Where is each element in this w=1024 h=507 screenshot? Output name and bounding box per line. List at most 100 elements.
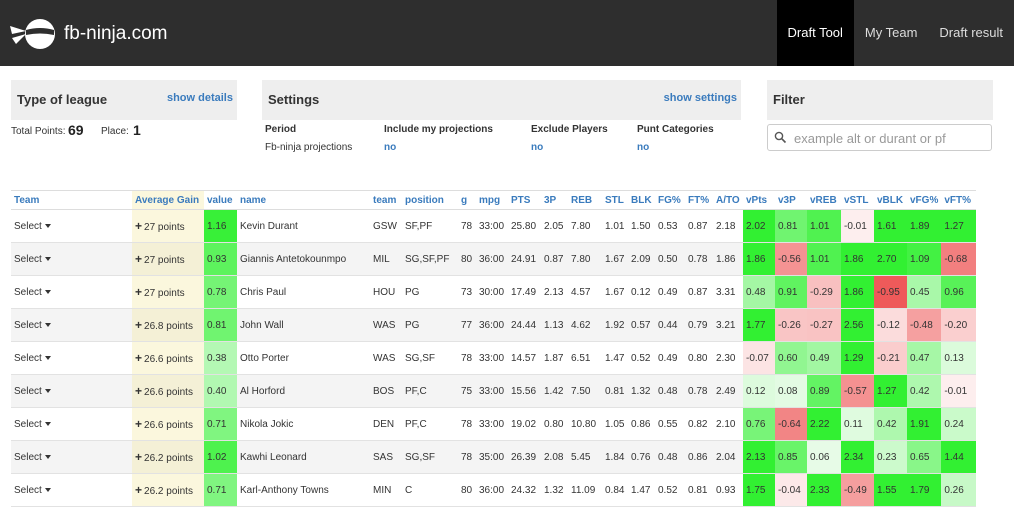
player-name-link[interactable]: Nikola Jokic — [237, 407, 370, 441]
col-header[interactable]: v3P — [775, 190, 807, 210]
average-gain-cell[interactable]: +26.6 points — [132, 341, 204, 375]
col-header[interactable]: vFG% — [907, 190, 942, 210]
caret-down-icon — [44, 454, 51, 459]
position-cell: SG,SF — [402, 440, 458, 474]
vfg-cell: 1.91 — [907, 407, 942, 441]
average-gain-cell[interactable]: +26.6 points — [132, 374, 204, 408]
col-header[interactable]: Average Gain — [132, 190, 204, 210]
vft-cell: 0.13 — [941, 341, 977, 375]
v3p-cell: 0.85 — [775, 440, 807, 474]
setting-include-value[interactable]: no — [384, 142, 396, 153]
team-select-dropdown[interactable]: Select — [11, 374, 132, 408]
player-name-link[interactable]: Kevin Durant — [237, 209, 370, 243]
reb-cell: 10.80 — [568, 407, 602, 441]
vreb-cell: 2.33 — [807, 473, 841, 507]
table-row: Select +26.8 points 0.81 John Wall WAS PG 77 36… — [11, 308, 977, 342]
search-icon — [774, 131, 787, 144]
vstl-cell: -0.49 — [841, 473, 874, 507]
col-header[interactable]: vPts — [743, 190, 775, 210]
ato-cell: 3.31 — [713, 275, 743, 309]
reb-cell: 6.51 — [568, 341, 602, 375]
fg-pct-cell: 0.49 — [655, 275, 685, 309]
player-name-link[interactable]: John Wall — [237, 308, 370, 342]
average-gain-cell[interactable]: +26.8 points — [132, 308, 204, 342]
caret-down-icon — [44, 355, 51, 360]
stl-cell: 0.81 — [602, 374, 628, 408]
vpts-cell: 2.02 — [743, 209, 775, 243]
stl-cell: 1.92 — [602, 308, 628, 342]
col-header[interactable]: FT% — [685, 190, 713, 210]
col-header[interactable]: A/TO — [713, 190, 743, 210]
team-select-dropdown[interactable]: Select — [11, 407, 132, 441]
col-header[interactable]: STL — [602, 190, 628, 210]
col-header[interactable]: vBLK — [874, 190, 907, 210]
caret-down-icon — [44, 256, 51, 261]
table-row: Select +26.2 points 1.02 Kawhi Leonard SAS SG… — [11, 440, 977, 474]
player-name-link[interactable]: Giannis Antetokounmpo — [237, 242, 370, 276]
setting-punt-value[interactable]: no — [637, 142, 649, 153]
v3p-cell: -0.56 — [775, 242, 807, 276]
vft-cell: 1.44 — [941, 440, 977, 474]
team-select-dropdown[interactable]: Select — [11, 242, 132, 276]
col-header[interactable]: value — [204, 190, 237, 210]
ato-cell: 1.86 — [713, 242, 743, 276]
team-select-dropdown[interactable]: Select — [11, 209, 132, 243]
plus-icon: + — [135, 384, 143, 398]
gain-text: 27 points — [144, 288, 185, 299]
setting-exclude-value[interactable]: no — [531, 142, 543, 153]
average-gain-cell[interactable]: +27 points — [132, 275, 204, 309]
place-value: 1 — [133, 122, 141, 138]
player-name-link[interactable]: Kawhi Leonard — [237, 440, 370, 474]
position-cell: PF,C — [402, 374, 458, 408]
player-name-link[interactable]: Karl-Anthony Towns — [237, 473, 370, 507]
col-header[interactable]: BLK — [628, 190, 655, 210]
team-select-dropdown[interactable]: Select — [11, 473, 132, 507]
show-details-link[interactable]: show details — [167, 92, 233, 104]
stl-cell: 0.84 — [602, 473, 628, 507]
col-header[interactable]: name — [237, 190, 370, 210]
average-gain-cell[interactable]: +27 points — [132, 209, 204, 243]
show-settings-link[interactable]: show settings — [664, 92, 737, 104]
col-header[interactable]: mpg — [476, 190, 508, 210]
filter-input[interactable] — [792, 129, 986, 148]
page-edge — [1014, 0, 1024, 498]
col-header[interactable]: vFT% — [941, 190, 977, 210]
player-name-link[interactable]: Otto Porter — [237, 341, 370, 375]
col-header[interactable]: g — [458, 190, 476, 210]
team-select-dropdown[interactable]: Select — [11, 275, 132, 309]
col-header[interactable]: PTS — [508, 190, 541, 210]
col-header[interactable]: position — [402, 190, 458, 210]
team-select-dropdown[interactable]: Select — [11, 440, 132, 474]
brand-logo[interactable]: fb-ninja.com — [8, 14, 168, 54]
nav-draft-tool[interactable]: Draft Tool — [776, 0, 854, 66]
vreb-cell: 0.06 — [807, 440, 841, 474]
average-gain-cell[interactable]: +27 points — [132, 242, 204, 276]
col-header[interactable]: REB — [568, 190, 602, 210]
gain-text: 26.8 points — [144, 321, 193, 332]
team-select-dropdown[interactable]: Select — [11, 341, 132, 375]
average-gain-cell[interactable]: +26.2 points — [132, 473, 204, 507]
vblk-cell: -0.95 — [874, 275, 907, 309]
col-header[interactable]: team — [370, 190, 402, 210]
value-cell: 0.38 — [204, 341, 237, 375]
nav-my-team[interactable]: My Team — [854, 0, 929, 66]
vft-cell: -0.68 — [941, 242, 977, 276]
col-header[interactable]: vREB — [807, 190, 841, 210]
col-header[interactable]: Team — [11, 190, 132, 210]
average-gain-cell[interactable]: +26.2 points — [132, 440, 204, 474]
nav-draft-result[interactable]: Draft result — [928, 0, 1014, 66]
player-name-link[interactable]: Chris Paul — [237, 275, 370, 309]
vblk-cell: 2.70 — [874, 242, 907, 276]
col-header[interactable]: vSTL — [841, 190, 874, 210]
caret-down-icon — [44, 322, 51, 327]
player-name-link[interactable]: Al Horford — [237, 374, 370, 408]
team-select-dropdown[interactable]: Select — [11, 308, 132, 342]
mpg-cell: 33:00 — [476, 209, 508, 243]
col-header[interactable]: 3P — [541, 190, 568, 210]
col-header[interactable]: FG% — [655, 190, 685, 210]
mpg-cell: 33:00 — [476, 407, 508, 441]
brand-name: fb-ninja.com — [64, 23, 168, 44]
ato-cell: 2.49 — [713, 374, 743, 408]
filter-search-box[interactable] — [767, 124, 992, 151]
average-gain-cell[interactable]: +26.6 points — [132, 407, 204, 441]
